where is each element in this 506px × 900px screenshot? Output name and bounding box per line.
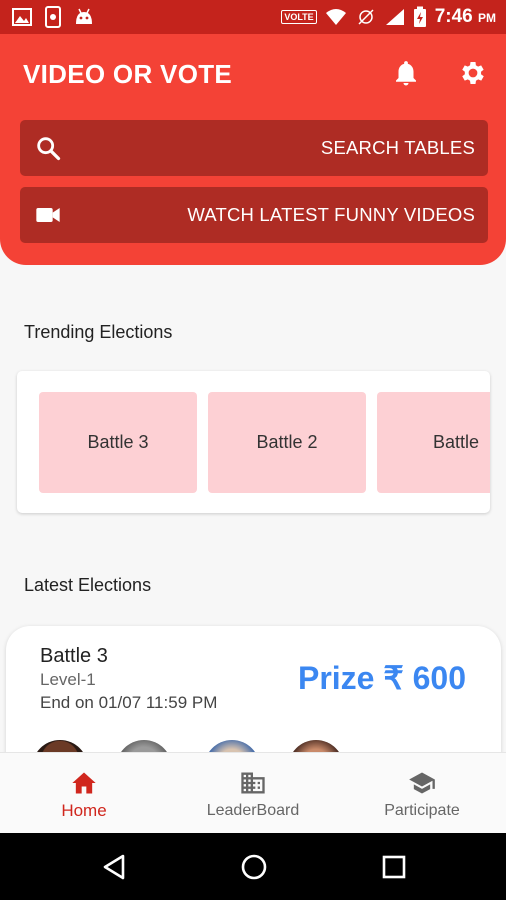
watch-videos-label: WATCH LATEST FUNNY VIDEOS <box>187 204 475 225</box>
bottom-navigation: Home LeaderBoard Participate <box>0 752 506 833</box>
latest-elections-title: Latest Elections <box>24 575 152 595</box>
nav-leaderboard-label: LeaderBoard <box>206 802 300 819</box>
election-prize: Prize ₹ 600 <box>297 660 466 696</box>
trending-item[interactable]: Battle <box>377 392 490 493</box>
bell-icon[interactable] <box>391 58 421 88</box>
building-icon <box>241 772 265 794</box>
trending-elections-title: Trending Elections <box>24 322 173 342</box>
election-level: Level-1 <box>40 670 96 689</box>
search-icon <box>37 137 61 161</box>
search-tables-button[interactable]: SEARCH TABLES <box>20 120 488 176</box>
nav-home-label: Home <box>61 801 107 820</box>
signal-icon <box>385 9 404 25</box>
watch-videos-button[interactable]: WATCH LATEST FUNNY VIDEOS <box>20 187 488 243</box>
trending-carousel[interactable]: Battle 3 Battle 2 Battle <box>17 371 490 513</box>
home-button-icon[interactable] <box>240 853 268 881</box>
back-icon[interactable] <box>101 853 127 881</box>
election-card[interactable]: Battle 3 Level-1 End on 01/07 11:59 PM P… <box>6 626 501 766</box>
app-title: VIDEO OR VOTE <box>23 59 233 89</box>
election-name: Battle 3 <box>40 645 108 667</box>
trending-item[interactable]: Battle 2 <box>208 392 366 493</box>
status-bar: VOLTE 7:46 PM <box>0 0 506 34</box>
nav-leaderboard[interactable]: LeaderBoard <box>169 753 337 834</box>
android-notification-icon <box>76 8 92 24</box>
wifi-icon <box>325 9 346 25</box>
recents-icon[interactable] <box>381 853 407 881</box>
app-header: VIDEO OR VOTE SEARCH TABLES WATCH LATEST… <box>0 34 506 265</box>
nav-participate[interactable]: Participate <box>338 753 506 834</box>
trending-item[interactable]: Battle 3 <box>39 392 197 493</box>
gear-icon[interactable] <box>458 58 488 88</box>
search-tables-label: SEARCH TABLES <box>320 137 475 158</box>
home-icon <box>72 772 96 794</box>
nav-participate-label: Participate <box>384 802 460 819</box>
election-end-time: End on 01/07 11:59 PM <box>40 693 218 712</box>
video-camera-icon <box>36 208 60 222</box>
data-saver-icon <box>358 9 374 25</box>
nav-home[interactable]: Home <box>0 753 168 834</box>
clock: 7:46 PM <box>434 6 496 27</box>
phone-notification-icon <box>45 6 61 28</box>
gallery-notification-icon <box>12 8 32 26</box>
graduation-cap-icon <box>409 772 435 794</box>
volte-badge: VOLTE <box>281 10 317 24</box>
system-navigation-bar <box>0 833 506 900</box>
battery-charging-icon <box>413 6 426 27</box>
